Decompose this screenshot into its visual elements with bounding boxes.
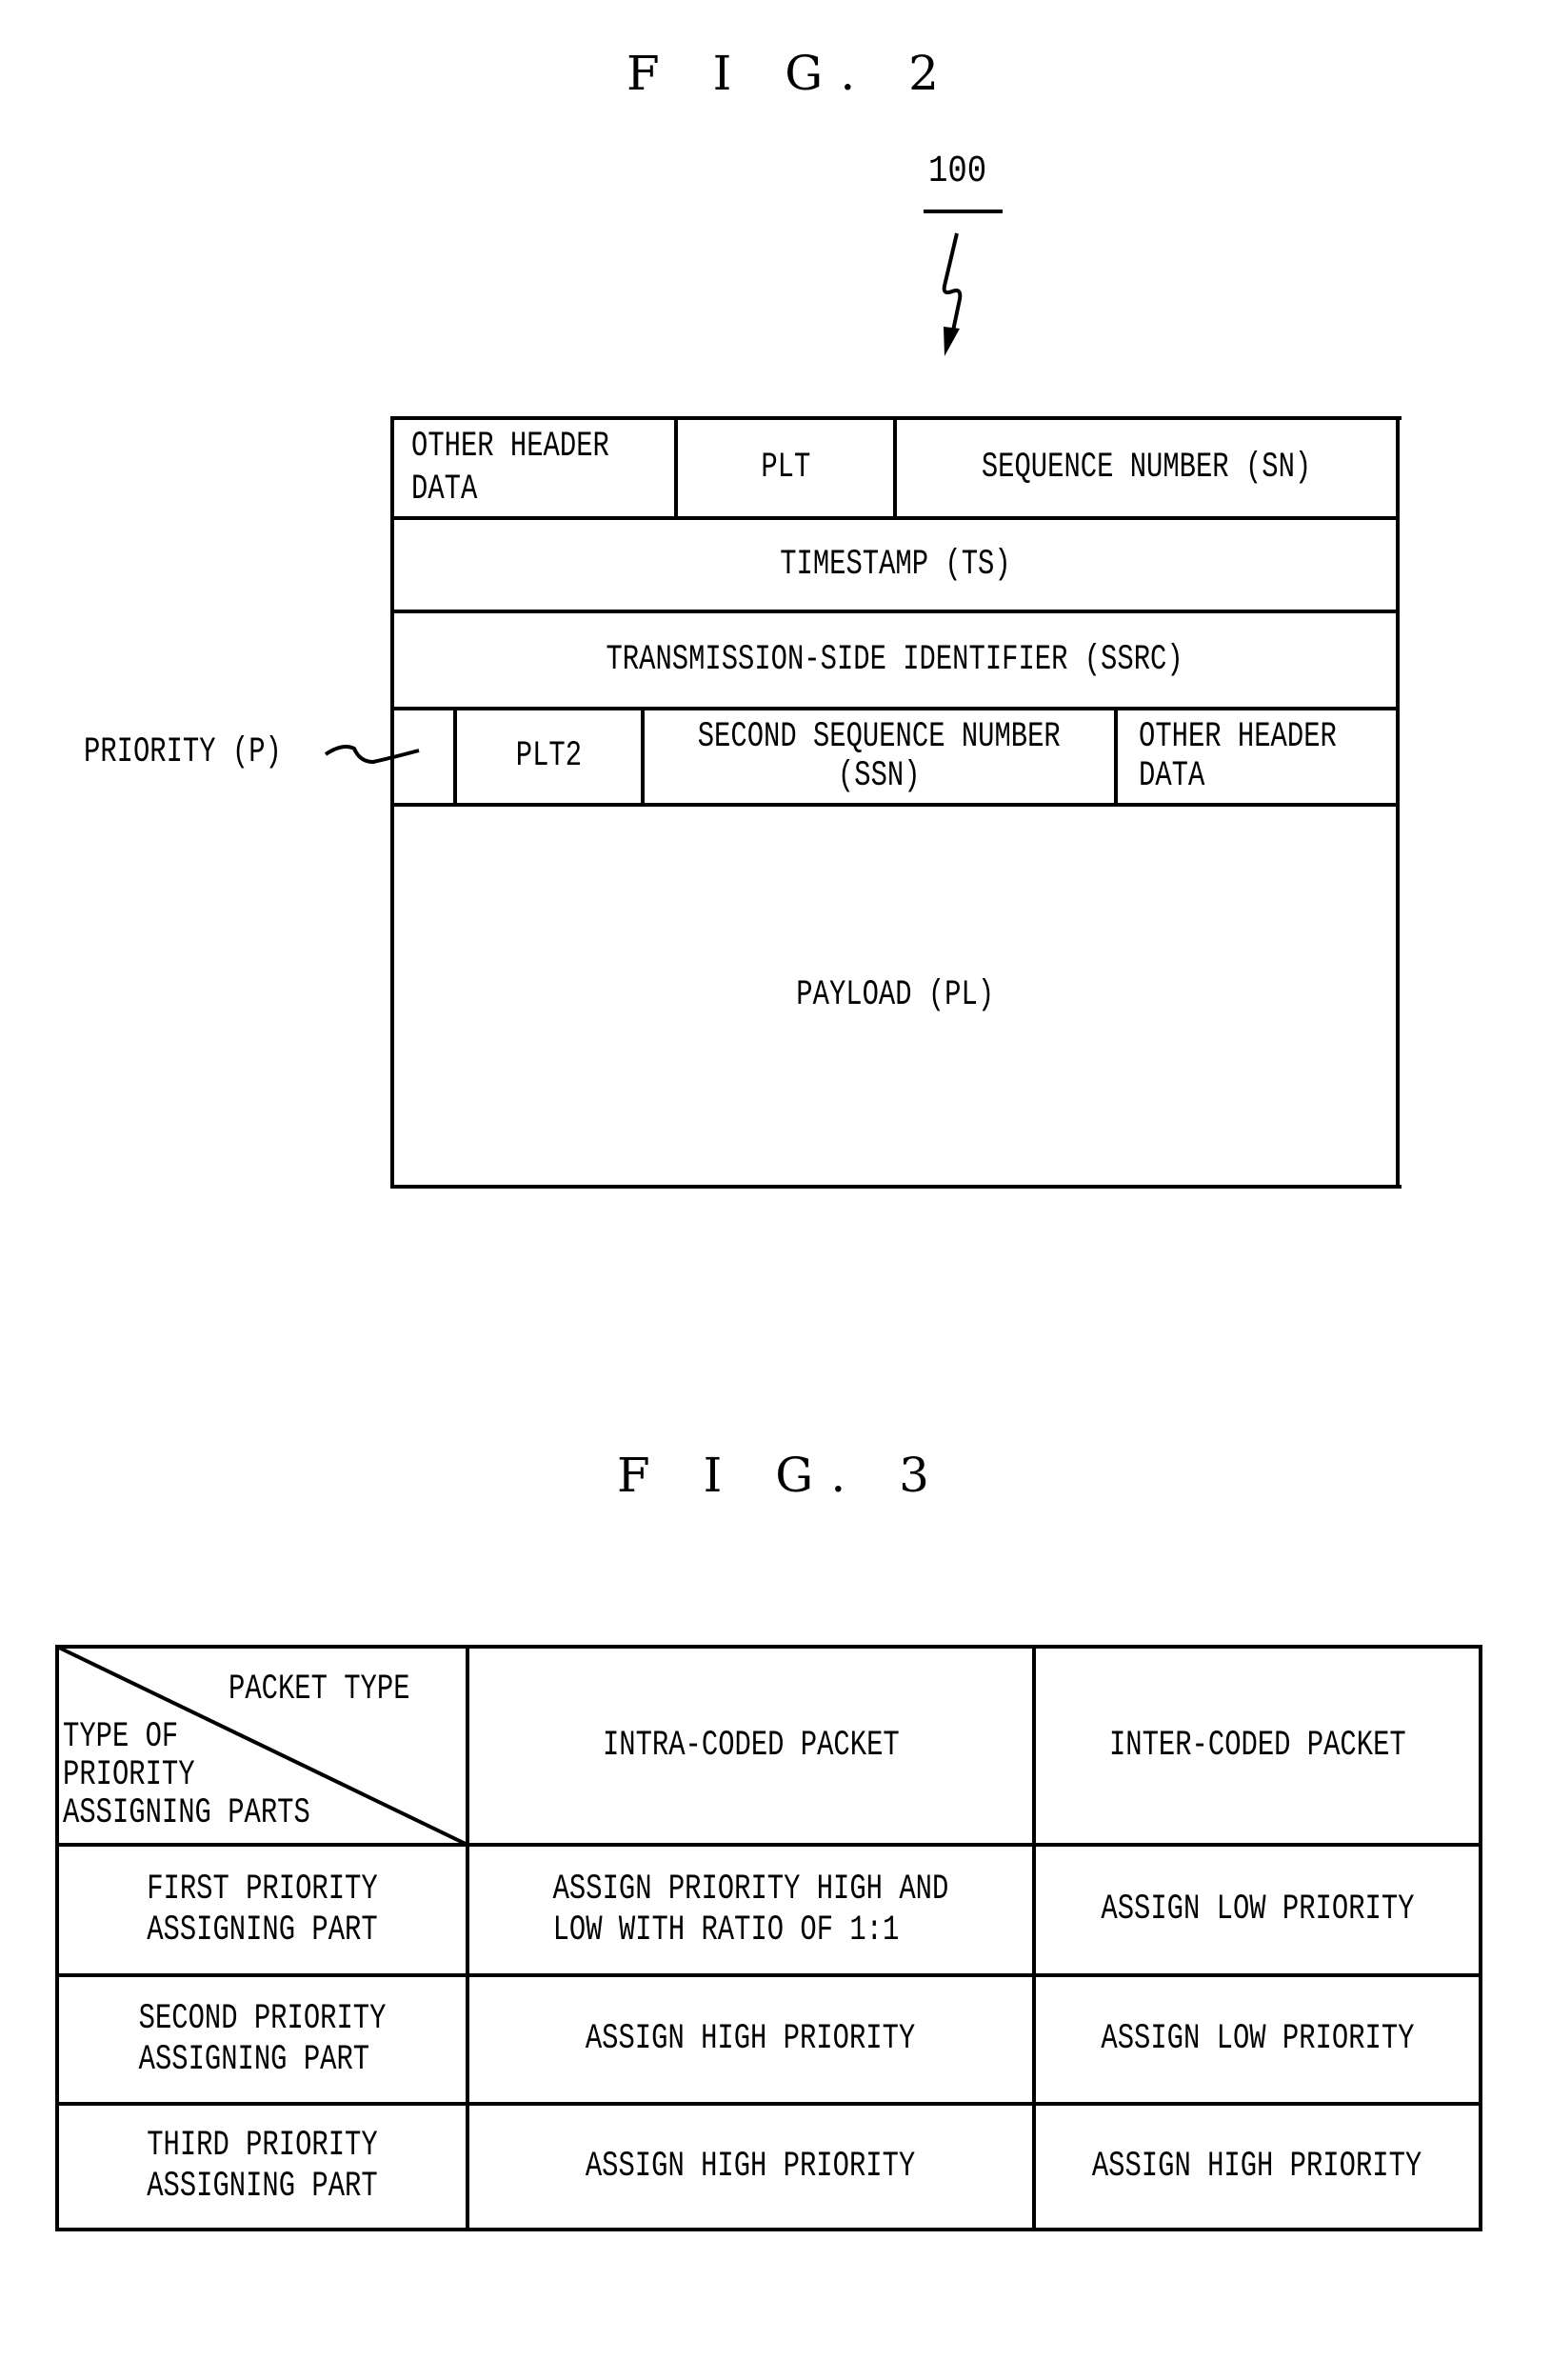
column-header-inter-coded: INTER-CODED PACKET	[1036, 1649, 1479, 1843]
row-label: FIRST PRIORITY ASSIGNING PART	[147, 1869, 378, 1950]
row-label: THIRD PRIORITY ASSIGNING PART	[147, 2126, 378, 2207]
row-label: SECOND PRIORITY ASSIGNING PART	[138, 1998, 387, 2080]
corner-header-packet-type: PACKET TYPE	[229, 1670, 410, 1710]
table-cell-third-inter: ASSIGN HIGH PRIORITY	[1036, 2106, 1479, 2228]
table-row-third-name: THIRD PRIORITY ASSIGNING PART	[59, 2106, 466, 2228]
cell-value: ASSIGN HIGH PRIORITY	[586, 2019, 916, 2060]
table-cell-second-inter: ASSIGN LOW PRIORITY	[1036, 1977, 1479, 2102]
table-row-first-name: FIRST PRIORITY ASSIGNING PART	[59, 1847, 466, 1973]
table-cell-first-intra: ASSIGN PRIORITY HIGH AND LOW WITH RATIO …	[469, 1847, 1032, 1973]
column-header-label: INTRA-CODED PACKET	[602, 1725, 900, 1766]
table-cell-second-intra: ASSIGN HIGH PRIORITY	[469, 1977, 1032, 2102]
table-cell-first-inter: ASSIGN LOW PRIORITY	[1036, 1847, 1479, 1973]
cell-value: ASSIGN HIGH PRIORITY	[586, 2146, 916, 2187]
cell-value: ASSIGN LOW PRIORITY	[1100, 2019, 1415, 2060]
corner-header-priority-parts: TYPE OF PRIORITY ASSIGNING PARTS	[63, 1717, 310, 1833]
cell-value: ASSIGN PRIORITY HIGH AND LOW WITH RATIO …	[552, 1869, 949, 1950]
column-header-intra-coded: INTRA-CODED PACKET	[469, 1649, 1032, 1843]
column-header-label: INTER-CODED PACKET	[1108, 1725, 1406, 1766]
cell-value: ASSIGN HIGH PRIORITY	[1092, 2146, 1422, 2187]
cell-value: ASSIGN LOW PRIORITY	[1100, 1890, 1415, 1930]
table-cell-third-intra: ASSIGN HIGH PRIORITY	[469, 2106, 1032, 2228]
table-row-second-name: SECOND PRIORITY ASSIGNING PART	[59, 1977, 466, 2102]
